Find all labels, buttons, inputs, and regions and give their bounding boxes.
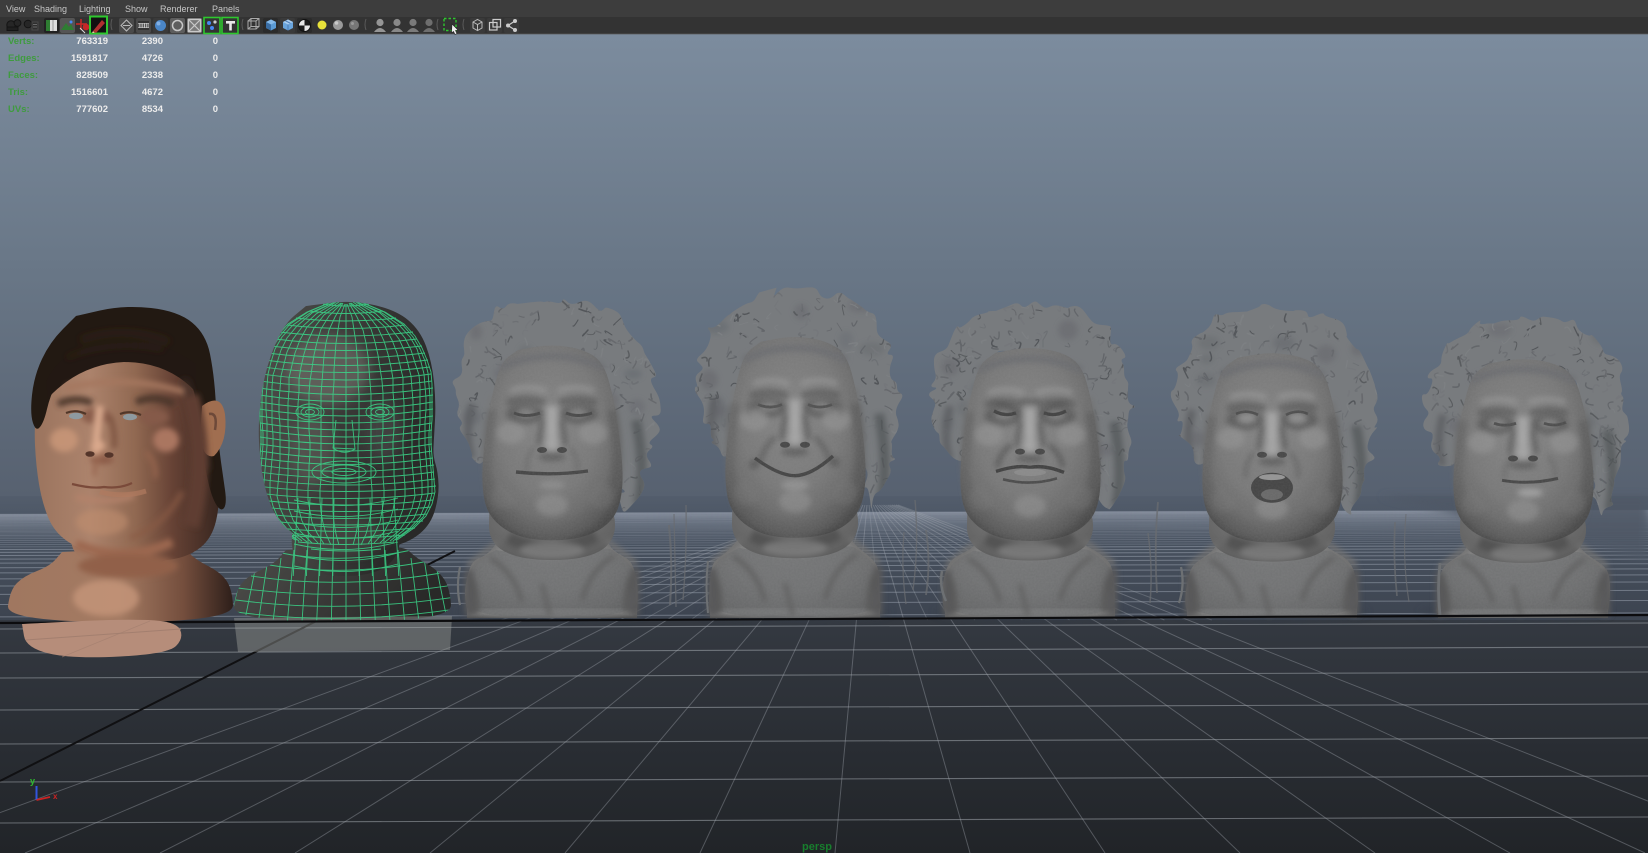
svg-text:y: y: [30, 776, 35, 786]
svg-text:2390: 2390: [142, 36, 163, 47]
svg-text:0: 0: [213, 87, 218, 98]
svg-text:View: View: [6, 4, 26, 14]
svg-text:0: 0: [213, 53, 218, 64]
svg-text:763319: 763319: [76, 36, 108, 47]
svg-text:Shading: Shading: [34, 4, 67, 14]
svg-text:Verts:: Verts:: [8, 36, 34, 47]
svg-text:Panels: Panels: [212, 4, 240, 14]
svg-text:persp: persp: [802, 841, 832, 853]
svg-text:828509: 828509: [76, 70, 108, 81]
svg-text:2338: 2338: [142, 70, 163, 81]
svg-text:x: x: [53, 792, 58, 801]
svg-text:0: 0: [213, 70, 218, 81]
svg-text:Tris:: Tris:: [8, 87, 28, 98]
svg-text:4726: 4726: [142, 53, 163, 64]
svg-text:Lighting: Lighting: [79, 4, 111, 14]
svg-text:8534: 8534: [142, 104, 164, 115]
svg-text:UVs:: UVs:: [8, 104, 30, 115]
svg-text:4672: 4672: [142, 87, 163, 98]
svg-text:Renderer: Renderer: [160, 4, 198, 14]
svg-text:Faces:: Faces:: [8, 70, 38, 81]
svg-text:0: 0: [213, 104, 218, 115]
svg-text:Edges:: Edges:: [8, 53, 40, 64]
svg-text:1591817: 1591817: [71, 53, 108, 64]
svg-text:1516601: 1516601: [71, 87, 109, 98]
svg-text:Show: Show: [125, 4, 148, 14]
svg-text:777602: 777602: [76, 104, 108, 115]
svg-text:0: 0: [213, 36, 218, 47]
